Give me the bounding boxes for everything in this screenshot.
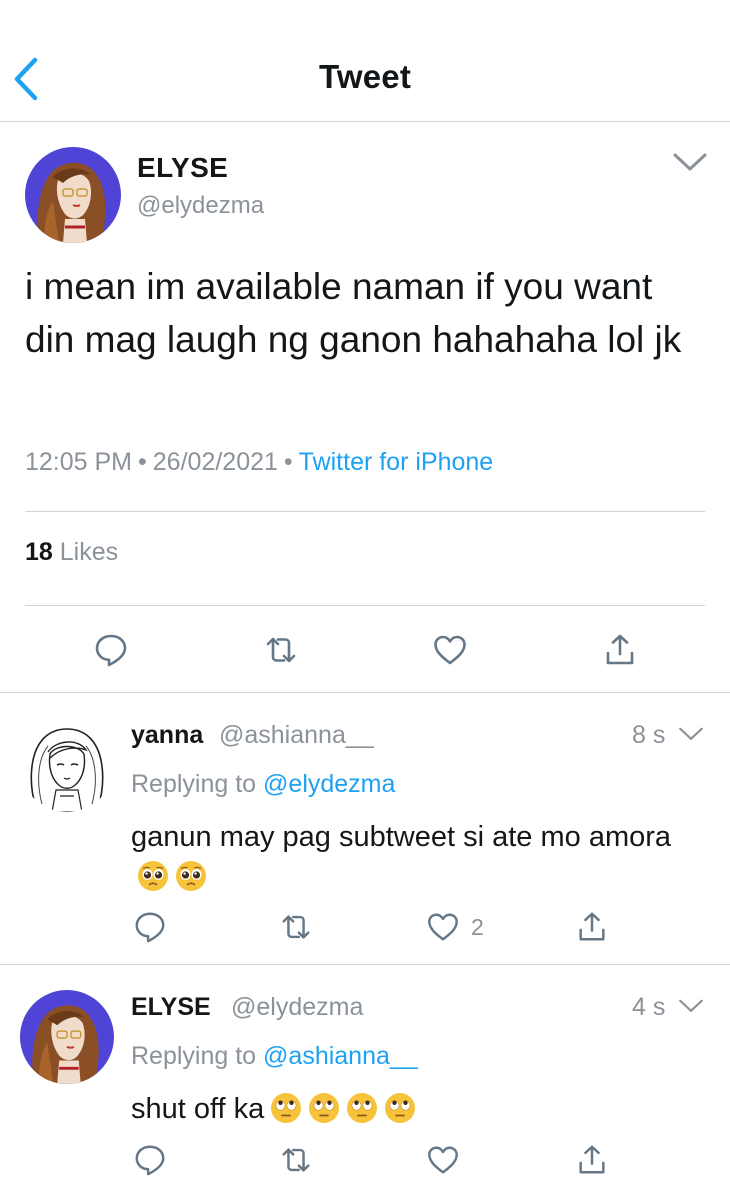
chevron-down-icon[interactable] — [678, 998, 704, 1015]
share-icon[interactable] — [575, 910, 609, 944]
retweet-icon[interactable] — [279, 910, 313, 944]
heart-icon[interactable] — [432, 632, 468, 668]
reply-author-handle[interactable]: @elydezma — [231, 993, 363, 1022]
replying-label: Replying to — [131, 770, 257, 798]
avatar[interactable] — [20, 718, 114, 812]
like-count: 2 — [471, 914, 484, 940]
reply-icon[interactable] — [133, 910, 167, 944]
likes-count: 18 — [25, 538, 53, 566]
reply-tweet[interactable]: yanna @ashianna__ 8 s Replying to @elyde… — [0, 693, 730, 965]
chevron-down-icon[interactable] — [678, 726, 704, 743]
divider — [25, 605, 705, 606]
author-name[interactable]: ELYSE — [137, 152, 228, 184]
replying-to: Replying to @ashianna__ — [131, 1042, 418, 1071]
top-bar: Tweet — [0, 0, 730, 122]
replying-to-link[interactable]: @ashianna__ — [263, 1042, 418, 1070]
eye-roll-face-icon — [384, 1092, 416, 1124]
eye-roll-face-icon — [270, 1092, 302, 1124]
share-icon[interactable] — [575, 1143, 609, 1177]
reply-icon[interactable] — [93, 632, 129, 668]
tweet-source-link[interactable]: Twitter for iPhone — [299, 448, 494, 476]
meta-separator: • — [138, 448, 147, 476]
reply-author-name[interactable]: yanna — [131, 721, 203, 750]
tweet-text: i mean im available naman if you want di… — [25, 266, 682, 360]
main-tweet: ELYSE @elydezma i mean im available nama… — [0, 122, 730, 693]
likes-stat[interactable]: 18 Likes — [25, 538, 118, 567]
chevron-down-icon[interactable] — [672, 152, 708, 174]
likes-label: Likes — [59, 538, 119, 566]
reply-time: 8 s — [632, 721, 666, 749]
reply-text-content: ganun may pag subtweet si ate mo amora — [131, 821, 672, 853]
divider — [25, 511, 705, 512]
reply-author-name[interactable]: ELYSE — [131, 993, 211, 1022]
replying-label: Replying to — [131, 1042, 257, 1070]
tweet-date: 26/02/2021 — [152, 448, 278, 476]
eye-roll-face-icon — [346, 1092, 378, 1124]
share-icon[interactable] — [602, 632, 638, 668]
pleading-face-icon — [175, 860, 207, 892]
reply-text: ganun may pag subtweet si ate mo amora — [131, 817, 691, 897]
retweet-icon[interactable] — [263, 632, 299, 668]
replying-to: Replying to @elydezma — [131, 770, 395, 799]
reply-text: shut off ka — [131, 1089, 691, 1129]
pleading-face-icon — [137, 860, 169, 892]
tweet-meta: 12:05 PM • 26/02/2021 • Twitter for iPhone — [25, 448, 493, 477]
replying-to-link[interactable]: @elydezma — [263, 770, 395, 798]
page-title: Tweet — [318, 58, 412, 95]
reply-text-content: shut off ka — [131, 1093, 265, 1125]
tweet-time: 12:05 PM — [25, 448, 133, 476]
reply-icon[interactable] — [133, 1143, 167, 1177]
author-handle[interactable]: @elydezma — [137, 192, 264, 220]
heart-icon[interactable] — [426, 1143, 460, 1177]
reply-time: 4 s — [632, 993, 666, 1021]
reply-tweet[interactable]: ELYSE @elydezma 4 s Replying to @ashiann… — [0, 965, 730, 1200]
avatar[interactable] — [25, 147, 121, 243]
heart-icon[interactable] — [426, 910, 460, 944]
retweet-icon[interactable] — [279, 1143, 313, 1177]
meta-separator: • — [283, 448, 293, 476]
avatar[interactable] — [20, 990, 114, 1084]
eye-roll-face-icon — [308, 1092, 340, 1124]
reply-author-handle[interactable]: @ashianna__ — [219, 721, 374, 750]
